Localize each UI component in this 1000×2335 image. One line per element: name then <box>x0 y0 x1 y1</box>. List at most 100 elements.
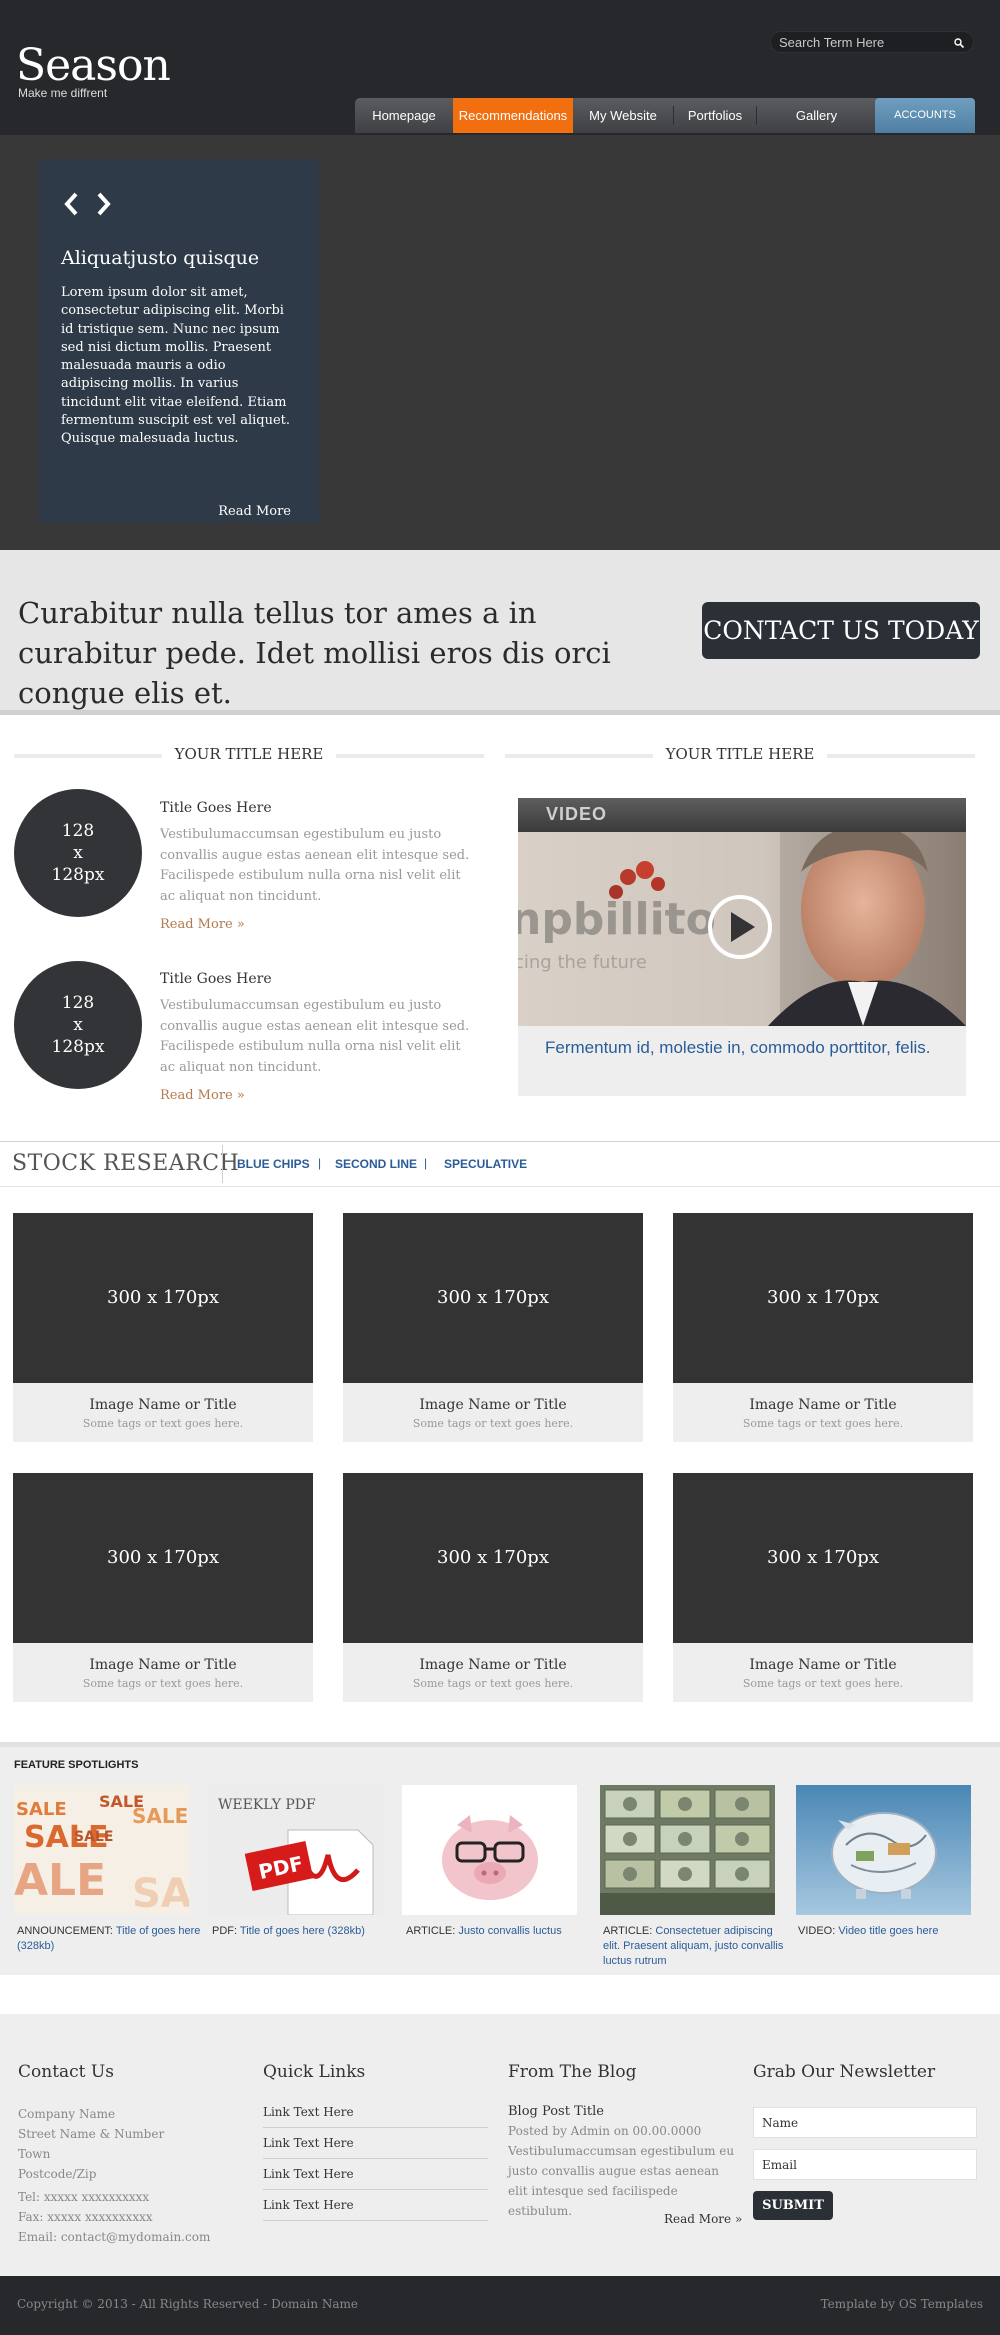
card-caption: Image Name or Title Some tags or text go… <box>343 1643 643 1702</box>
cta-text: Curabitur nulla tellus tor ames a in cur… <box>18 596 611 710</box>
nav-my-website[interactable]: My Website <box>573 98 673 133</box>
site-tagline: Make me diffrent <box>18 86 108 100</box>
newsletter-email-field[interactable]: Email <box>753 2149 977 2180</box>
slide-read-more-link[interactable]: Read More <box>218 504 291 519</box>
feature-caption: VIDEO: Video title goes here <box>798 1924 983 1939</box>
card-title: Image Name or Title <box>749 1397 897 1413</box>
video-thumbnail-image: npbillito cing the future <box>518 832 966 1026</box>
search-input[interactable]: Search Term Here <box>770 31 974 53</box>
chevron-right-icon[interactable] <box>95 191 113 217</box>
nav-portfolios[interactable]: Portfolios <box>674 98 756 133</box>
card-image-placeholder: 300 x 170px <box>673 1213 973 1383</box>
nav-gallery[interactable]: Gallery <box>757 98 876 133</box>
post-excerpt: Vestibulumaccumsan egestibulum eu justo … <box>160 827 470 904</box>
feature-prefix: PDF: <box>212 1925 238 1937</box>
tab-second-line[interactable]: SECOND LINE <box>335 1157 417 1171</box>
svg-text:SALE: SALE <box>74 1829 113 1845</box>
nav-homepage[interactable]: Homepage <box>355 98 453 133</box>
glass-piggy-image[interactable] <box>796 1785 971 1915</box>
feature-prefix: ARTICLE: <box>406 1925 456 1937</box>
video-caption-link[interactable]: Fermentum id, molestie in, commodo portt… <box>545 1036 955 1060</box>
stock-card[interactable]: 300 x 170px Image Name or Title Some tag… <box>673 1473 973 1702</box>
card-image-placeholder: 300 x 170px <box>13 1473 313 1643</box>
stock-card[interactable]: 300 x 170px Image Name or Title Some tag… <box>13 1213 313 1442</box>
feature-link[interactable]: Video title goes here <box>838 1925 938 1937</box>
pdf-image[interactable]: WEEKLY PDF PDF <box>208 1785 383 1915</box>
newsletter-name-field[interactable]: Name <box>753 2107 977 2138</box>
money-image[interactable] <box>600 1785 775 1915</box>
quick-link[interactable]: Link Text Here <box>263 2159 488 2190</box>
post-title[interactable]: Title Goes Here <box>160 800 272 816</box>
bottom-bar: Copyright © 2013 - All Rights Reserved -… <box>0 2276 1000 2335</box>
card-tags: Some tags or text goes here. <box>82 1417 244 1430</box>
post-thumbnail: 128 x 128px <box>14 789 142 917</box>
quick-link[interactable]: Link Text Here <box>263 2097 488 2128</box>
card-image-placeholder: 300 x 170px <box>343 1213 643 1383</box>
sale-image[interactable]: SALE SALE SALE SALE SALE ALE SA <box>14 1785 189 1915</box>
pdf-image-label: WEEKLY PDF <box>218 1797 316 1813</box>
card-tags: Some tags or text goes here. <box>82 1677 244 1690</box>
slide-text: Lorem ipsum dolor sit amet, consectetur … <box>61 285 291 447</box>
video-image-text: npbillito <box>518 894 716 945</box>
stock-card[interactable]: 300 x 170px Image Name or Title Some tag… <box>343 1213 643 1442</box>
card-title: Image Name or Title <box>89 1397 237 1413</box>
feature-prefix: VIDEO: <box>798 1925 836 1937</box>
card-tags: Some tags or text goes here. <box>742 1677 904 1690</box>
search-icon[interactable] <box>953 37 965 49</box>
feature-link[interactable]: Justo convallis luctus <box>458 1925 561 1937</box>
nav-recommendations[interactable]: Recommendations <box>453 98 573 133</box>
card-title: Image Name or Title <box>419 1397 567 1413</box>
slide-title: Aliquatjusto quisque <box>61 247 260 269</box>
contact-details: Tel: xxxxx xxxxxxxxxx Fax: xxxxx xxxxxxx… <box>18 2187 210 2247</box>
feature-caption: ANNOUNCEMENT: Title of goes here (328kb) <box>17 1924 202 1954</box>
quick-link[interactable]: Link Text Here <box>263 2128 488 2159</box>
video-player[interactable]: npbillito cing the future <box>518 832 966 1026</box>
stock-card[interactable]: 300 x 170px Image Name or Title Some tag… <box>343 1473 643 1702</box>
quick-link[interactable]: Link Text Here <box>263 2190 488 2221</box>
piggy-image[interactable] <box>402 1785 577 1915</box>
call-to-action-band: Curabitur nulla tellus tor ames a in cur… <box>0 550 1000 715</box>
tab-blue-chips[interactable]: BLUE CHIPS <box>237 1157 310 1171</box>
card-caption: Image Name or Title Some tags or text go… <box>343 1383 643 1442</box>
contact-email[interactable]: Email: contact@mydomain.com <box>18 2227 210 2247</box>
card-title: Image Name or Title <box>89 1657 237 1673</box>
address-line: Postcode/Zip <box>18 2167 97 2181</box>
blog-read-more-link[interactable]: Read More » <box>664 2212 742 2226</box>
stock-card[interactable]: 300 x 170px Image Name or Title Some tag… <box>673 1213 973 1442</box>
template-credit-link[interactable]: Template by OS Templates <box>821 2297 983 2311</box>
tab-speculative[interactable]: SPECULATIVE <box>444 1157 527 1171</box>
card-caption: Image Name or Title Some tags or text go… <box>13 1643 313 1702</box>
stock-research-bar: STOCK RESEARCH BLUE CHIPS | SECOND LINE … <box>0 1141 1000 1187</box>
card-image-placeholder: 300 x 170px <box>343 1473 643 1643</box>
footer: Contact Us Company Name Street Name & Nu… <box>0 2014 1000 2276</box>
newsletter-submit-button[interactable]: SUBMIT <box>753 2191 833 2220</box>
address-line: Street Name & Number <box>18 2127 165 2141</box>
feature-prefix: ANNOUNCEMENT: <box>17 1925 113 1937</box>
tab-separator: | <box>424 1156 428 1170</box>
video-header: VIDEO <box>518 798 966 832</box>
feature-spotlights: FEATURE SPOTLIGHTS SALE SALE SALE SALE S… <box>0 1742 1000 1975</box>
stock-card[interactable]: 300 x 170px Image Name or Title Some tag… <box>13 1473 313 1702</box>
video-label: VIDEO <box>546 804 608 824</box>
video-image-subtext: cing the future <box>518 952 647 973</box>
contact-heading: Contact Us <box>18 2062 114 2082</box>
nav-accounts[interactable]: ACCOUNTS <box>875 98 975 133</box>
card-caption: Image Name or Title Some tags or text go… <box>673 1383 973 1442</box>
blog-post-title[interactable]: Blog Post Title <box>508 2104 604 2119</box>
right-section-title: YOUR TITLE HERE <box>665 745 815 763</box>
site-logo[interactable]: Season <box>16 40 171 91</box>
card-tags: Some tags or text goes here. <box>412 1417 574 1430</box>
chevron-left-icon[interactable] <box>62 191 80 217</box>
feature-link[interactable]: Title of goes here (328kb) <box>240 1925 365 1937</box>
card-caption: Image Name or Title Some tags or text go… <box>673 1643 973 1702</box>
address-line: Town <box>18 2147 51 2161</box>
post-read-more-link[interactable]: Read More » <box>160 1088 245 1103</box>
feature-prefix: ARTICLE: <box>603 1925 653 1937</box>
post-read-more-link[interactable]: Read More » <box>160 917 245 932</box>
blog-post-meta: Posted by Admin on 00.00.0000 <box>508 2124 702 2138</box>
heading-rule <box>827 754 975 758</box>
post-title[interactable]: Title Goes Here <box>160 971 272 987</box>
left-section-heading: YOUR TITLE HERE <box>14 745 484 765</box>
contact-us-button[interactable]: CONTACT US TODAY <box>702 602 980 659</box>
page: Season Make me diffrent Search Term Here… <box>0 0 1000 2335</box>
